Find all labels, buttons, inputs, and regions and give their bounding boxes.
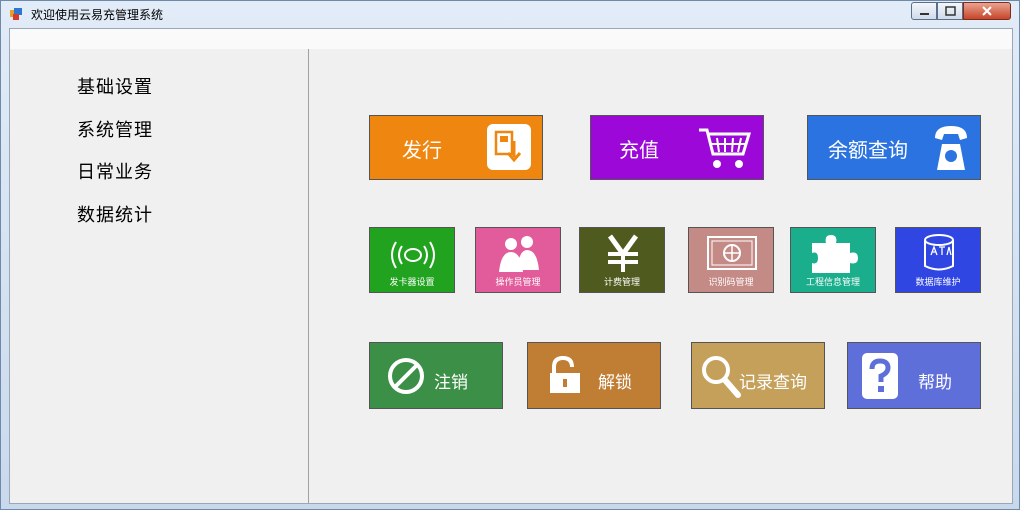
unlock-tile[interactable]: 解锁 [527, 342, 661, 409]
id-code-management-tile[interactable]: 识别码管理 [688, 227, 774, 293]
shopping-cart-icon [699, 128, 752, 168]
card-reader-icon [391, 241, 435, 269]
minimize-icon [920, 13, 929, 15]
record-query-label: 记录查询 [739, 373, 807, 393]
billing-management-label: 计费管理 [603, 278, 640, 288]
operator-management-tile[interactable]: 操作员管理 [475, 227, 561, 293]
id-code-management-label: 识别码管理 [708, 278, 754, 288]
recharge-label: 充值 [619, 138, 659, 162]
unlock-icon [550, 355, 580, 393]
nav-item-system-management[interactable]: 系统管理 [77, 116, 153, 142]
card-reader-settings-tile[interactable]: 发卡器设置 [369, 227, 455, 293]
balance-query-label: 余额查询 [828, 138, 908, 162]
help-icon [862, 353, 898, 399]
help-label: 帮助 [918, 373, 952, 393]
billing-management-tile[interactable]: 计费管理 [579, 227, 665, 293]
nav-item-daily-business[interactable]: 日常业务 [77, 158, 153, 184]
issue-tile[interactable]: 发行 [369, 115, 543, 180]
close-icon [982, 6, 992, 16]
balance-query-tile[interactable]: 余额查询 [807, 115, 981, 180]
unlock-label: 解锁 [598, 373, 632, 393]
recharge-tile[interactable]: 充值 [590, 115, 764, 180]
database-maintenance-label: 数据库维护 [915, 278, 961, 288]
project-info-management-tile[interactable]: 工程信息管理 [790, 227, 876, 293]
search-icon [702, 356, 741, 398]
card-reader-settings-label: 发卡器设置 [389, 278, 435, 288]
nav-item-data-statistics[interactable]: 数据统计 [77, 201, 153, 227]
title-bar[interactable]: 欢迎使用云易充管理系统 [1, 1, 1019, 27]
operators-icon [499, 236, 539, 272]
maximize-icon [945, 6, 956, 16]
operator-management-label: 操作员管理 [495, 278, 541, 288]
card-issue-icon [487, 124, 531, 170]
app-window: 欢迎使用云易充管理系统 基础设置 系统管理 日常业务 数据统计 发行 充值 余额… [0, 0, 1020, 510]
issue-label: 发行 [402, 138, 442, 162]
database-icon [924, 234, 954, 271]
maximize-button[interactable] [937, 2, 963, 20]
window-title: 欢迎使用云易充管理系统 [31, 8, 164, 22]
nav-item-basic-settings[interactable]: 基础设置 [77, 73, 153, 99]
no-entry-icon [388, 358, 424, 394]
help-tile[interactable]: 帮助 [847, 342, 981, 409]
logout-label: 注销 [434, 373, 468, 393]
database-maintenance-tile[interactable]: 数据库维护 [895, 227, 981, 293]
minimize-button[interactable] [911, 2, 937, 20]
client-area: 基础设置 系统管理 日常业务 数据统计 发行 充值 余额查询 发卡器设置 操作员… [9, 28, 1013, 504]
close-button[interactable] [963, 2, 1011, 20]
project-info-management-label: 工程信息管理 [805, 278, 860, 288]
logout-tile[interactable]: 注销 [369, 342, 503, 409]
id-code-icon [707, 236, 757, 270]
top-strip [10, 29, 1012, 49]
record-query-tile[interactable]: 记录查询 [691, 342, 825, 409]
telephone-icon [935, 126, 967, 170]
panel-divider [308, 49, 309, 503]
yen-icon [607, 234, 639, 272]
puzzle-icon [812, 235, 858, 273]
app-icon [10, 8, 22, 20]
